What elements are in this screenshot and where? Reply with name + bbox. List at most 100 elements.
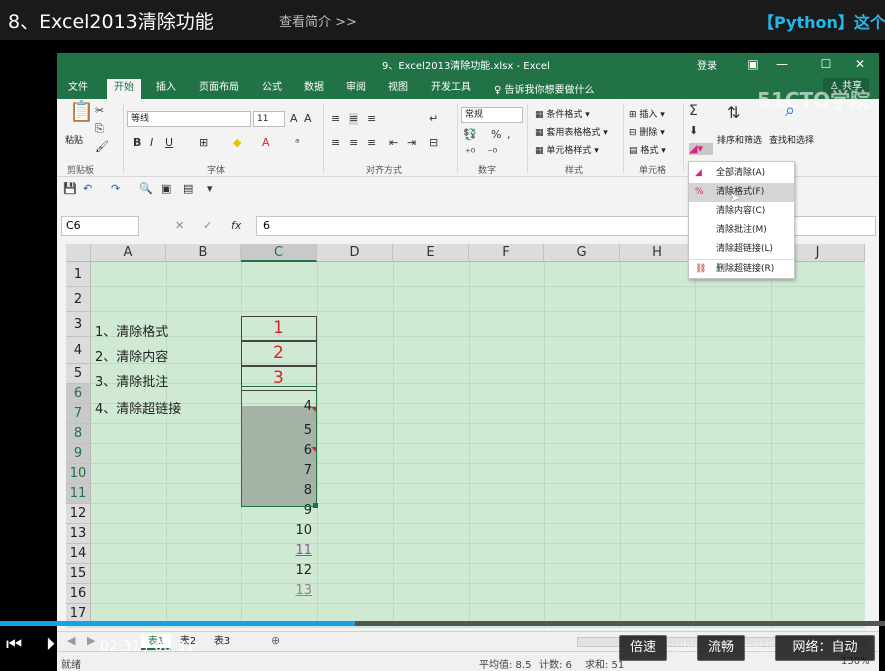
login-button[interactable]: 登录 [697,57,717,72]
enter-formula-icon[interactable]: ✓ [203,220,212,232]
find-select-button[interactable]: 查找和选择 [769,133,814,146]
tab-page-layout[interactable]: 页面布局 [193,79,245,99]
menu-item-remove-hyperlinks[interactable]: ⛓ 删除超链接(R) [689,260,794,279]
tab-data[interactable]: 数据 [299,79,329,99]
tab-insert[interactable]: 插入 [151,79,181,99]
font-color-icon[interactable]: A [262,137,270,149]
row-header[interactable]: 3 [66,312,91,337]
cell-c1[interactable]: 1 [273,318,284,338]
row-header[interactable]: 14 [66,544,91,564]
spell-check-icon[interactable]: ▣ [161,183,171,195]
row-header[interactable]: 10 [66,464,91,484]
fill-color-icon[interactable]: ◆ [233,137,241,149]
outdent-icon[interactable]: ⇥ [407,137,416,149]
copy-icon[interactable]: ⎘ [95,123,104,135]
close-icon[interactable]: ✕ [847,55,873,73]
row-header[interactable]: 5 [66,364,91,384]
cell-c13[interactable]: 13 [242,583,312,598]
column-header[interactable]: B [166,244,241,262]
promo-link[interactable]: 【Python】这个 [758,9,885,33]
minimize-icon[interactable]: — [769,55,795,73]
name-box[interactable]: C6 [61,216,139,236]
row-header[interactable]: 1 [66,262,91,287]
speed-button[interactable]: 倍速 [619,635,667,661]
insert-function-icon[interactable]: fx [231,220,241,232]
align-right-icon[interactable]: ≡ [367,137,376,149]
menu-item-clear-all[interactable]: ◢ 全部清除(A) [689,164,794,183]
maximize-icon[interactable]: ☐ [813,55,839,73]
sort-filter-icon[interactable]: ⇅ [727,105,740,121]
row-header[interactable]: 6 [66,384,91,404]
intro-link[interactable]: 查看简介 >> [279,11,357,30]
tab-home[interactable]: 开始 [107,79,141,99]
wrap-text-icon[interactable]: ↵ [429,113,438,125]
format-painter-icon[interactable]: 🖌 [95,141,109,153]
play-icon[interactable]: ⏵ [46,634,55,655]
cut-icon[interactable]: ✂ [95,105,104,117]
redo-icon[interactable]: ↷ [111,183,120,195]
paste-icon[interactable]: 📋 [69,101,94,121]
underline-icon[interactable]: U [165,137,173,149]
quality-button[interactable]: 流畅 [697,635,745,661]
print-preview-icon[interactable]: 🔍 [139,183,153,195]
row-header[interactable]: 8 [66,424,91,444]
menu-item-clear-hyperlinks[interactable]: 清除超链接(L) [689,240,794,259]
select-all-corner[interactable] [66,244,91,262]
align-top-icon[interactable]: ≡ [331,113,340,125]
fill-icon[interactable]: ⬇ [689,125,698,137]
skip-back-icon[interactable]: ⏮ [6,634,22,655]
fill-handle[interactable] [313,503,318,508]
add-sheet-icon[interactable]: ⊕ [271,635,280,647]
cancel-formula-icon[interactable]: ✕ [175,220,184,232]
decrease-font-icon[interactable]: A [304,113,312,125]
align-bottom-icon[interactable]: ≡ [367,113,376,125]
cell-c11[interactable]: 11 [242,543,312,558]
percent-icon[interactable]: % [491,129,501,141]
increase-decimal-icon[interactable]: ⁺⁰ [465,147,475,159]
currency-icon[interactable]: 💱 [463,129,477,141]
cell-c2[interactable]: 2 [273,343,284,363]
save-icon[interactable]: 💾 [63,183,77,195]
cell-c3[interactable]: 3 [273,368,284,388]
cell-a1[interactable]: 1、清除格式 [95,321,168,340]
row-header[interactable]: 15 [66,564,91,584]
paste-button[interactable]: 粘贴 [65,133,83,146]
row-header[interactable]: 13 [66,524,91,544]
phonetic-icon[interactable]: ᵃ [295,137,299,149]
menu-item-clear-formats[interactable]: % 清除格式(F) [689,183,794,202]
align-center-icon[interactable]: ≡ [349,137,358,149]
menu-item-clear-comments[interactable]: 清除批注(M) [689,221,794,240]
column-header[interactable]: A [91,244,166,262]
column-header[interactable]: G [544,244,620,262]
cell-a2[interactable]: 2、清除内容 [95,346,168,365]
row-header[interactable]: 4 [66,337,91,364]
insert-cells-button[interactable]: ⊞ 插入 ▾ [629,107,665,120]
align-middle-icon[interactable]: ≡ [349,113,359,125]
tab-view[interactable]: 视图 [383,79,413,99]
column-header[interactable]: D [317,244,393,262]
tab-developer[interactable]: 开发工具 [425,79,477,99]
font-size-select[interactable]: 11 [253,111,285,127]
cell-c12[interactable]: 12 [242,563,312,578]
decrease-decimal-icon[interactable]: ⁻⁰ [487,147,497,159]
sheet-tab[interactable]: 表3 [207,634,237,650]
ribbon-display-icon[interactable]: ▣ [740,55,766,73]
bold-icon[interactable]: B [133,137,141,149]
prev-sheet-icon[interactable]: ◀ [67,635,75,647]
spreadsheet-grid[interactable]: A B C D E F G H I J 12345678910111213141… [66,244,865,628]
column-header[interactable]: H [620,244,695,262]
comma-icon[interactable]: , [507,129,511,141]
italic-icon[interactable]: I [150,137,153,149]
next-sheet-icon[interactable]: ▶ [87,635,95,647]
tell-me-box[interactable]: ♀ 告诉我你想要做什么 [494,81,595,96]
customize-qat-icon[interactable]: ▾ [207,183,213,195]
column-header[interactable]: F [469,244,544,262]
tab-file[interactable]: 文件 [63,79,93,99]
cell-a4[interactable]: 4、清除超链接 [95,398,181,417]
cell-a3[interactable]: 3、清除批注 [95,371,168,390]
cell-styles-button[interactable]: ▦ 单元格样式 ▾ [535,143,599,156]
undo-icon[interactable]: ↶ [83,183,92,195]
conditional-format-button[interactable]: ▦ 条件格式 ▾ [535,107,590,120]
row-header[interactable]: 9 [66,444,91,464]
tab-formulas[interactable]: 公式 [257,79,287,99]
